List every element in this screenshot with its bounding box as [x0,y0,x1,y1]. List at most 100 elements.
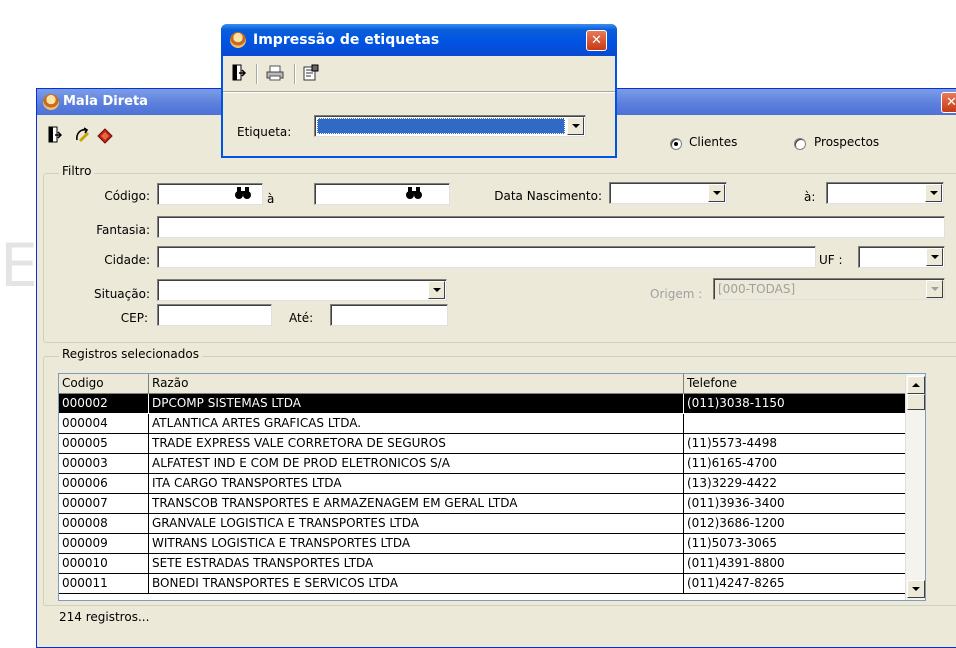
table-row[interactable]: 000005 TRADE EXPRESS VALE CORRETORA DE SE… [59,434,920,454]
cell-codigo: 000008 [59,514,149,534]
cell-codigo: 000005 [59,434,149,454]
table-row[interactable]: 000003 ALFATEST IND E COM DE PROD ELETRON… [59,454,920,474]
grid-header: Codigo Razão Telefone [59,374,920,394]
toolbar-separator [294,64,296,84]
radio-prospectos[interactable] [794,138,806,150]
data-nascimento-to-select[interactable] [826,182,944,204]
data-nascimento-from-select[interactable] [609,182,727,204]
cell-razao: DPCOMP SISTEMAS LTDA [149,394,684,414]
cell-codigo: 000007 [59,494,149,514]
situacao-label: Situação: [94,287,150,301]
cell-telefone: (11)5573-4498 [684,434,920,454]
table-row[interactable]: 000007 TRANSCOB TRANSPORTES E ARMAZENAGEM… [59,494,920,514]
table-row[interactable]: 000002 DPCOMP SISTEMAS LTDA (011)3038-1150 [59,394,920,414]
scroll-up-arrow-icon[interactable] [907,376,925,394]
table-row[interactable]: 000011 BONEDI TRANSPORTES E SERVICOS LTDA… [59,574,920,594]
cell-razao: ATLANTICA ARTES GRAFICAS LTDA. [149,414,684,434]
cep-to-input[interactable] [330,304,448,326]
radio-clientes[interactable] [670,138,682,150]
table-row[interactable]: 000006 ITA CARGO TRANSPORTES LTDA (13)3229… [59,474,920,494]
cell-telefone: (13)3229-4422 [684,474,920,494]
cell-codigo: 000006 [59,474,149,494]
radio-clientes-label: Clientes [689,135,738,149]
etiqueta-select[interactable] [314,115,586,137]
properties-icon[interactable] [302,64,320,82]
origem-value: [000-TODAS] [718,282,796,296]
scroll-down-arrow-icon[interactable] [907,580,925,598]
app-icon [43,94,59,110]
table-row[interactable]: 000008 GRANVALE LOGISTICA E TRANSPORTES L… [59,514,920,534]
impressao-etiquetas-dialog: Impressão de etiquetas ✕ Etiqueta: [221,24,617,158]
cep-label: CEP: [120,311,148,325]
exit-door-icon[interactable] [229,64,247,82]
chevron-down-icon[interactable] [926,248,943,266]
main-close-button[interactable]: ✕ [941,92,956,113]
binoculars-icon[interactable] [234,184,252,202]
exit-door-icon[interactable] [45,126,63,144]
etiqueta-selected-value [317,118,565,134]
chevron-down-icon [926,280,943,298]
popup-divider [223,91,615,93]
eraser-icon[interactable] [96,126,114,144]
printer-icon[interactable] [266,64,284,82]
fantasia-label: Fantasia: [96,223,150,237]
cell-codigo: 000011 [59,574,149,594]
fantasia-input[interactable] [157,216,945,238]
data-a-label: à: [804,190,816,204]
cell-codigo: 000002 [59,394,149,414]
cell-telefone: (11)5073-3065 [684,534,920,554]
cell-razao: GRANVALE LOGISTICA E TRANSPORTES LTDA [149,514,684,534]
data-nascimento-label: Data Nascimento: [494,189,602,203]
app-icon [230,32,246,48]
popup-close-button[interactable]: ✕ [586,30,607,51]
binoculars-icon[interactable] [405,184,423,202]
origem-select[interactable]: [000-TODAS] [713,278,945,300]
table-row[interactable]: 000009 WITRANS LOGISTICA E TRANSPORTES LT… [59,534,920,554]
toolbar-separator [256,64,258,84]
popup-title: Impressão de etiquetas [253,32,440,48]
chevron-down-icon[interactable] [708,184,725,202]
cidade-label: Cidade: [104,253,150,267]
cell-codigo: 000004 [59,414,149,434]
filtro-legend: Filtro [59,164,95,178]
edit-refresh-icon[interactable] [74,126,92,144]
cell-razao: TRANSCOB TRANSPORTES E ARMAZENAGEM EM GE… [149,494,684,514]
cell-razao: SETE ESTRADAS TRANSPORTES LTDA [149,554,684,574]
cell-razao: WITRANS LOGISTICA E TRANSPORTES LTDA [149,534,684,554]
popup-titlebar: Impressão de etiquetas ✕ [221,24,617,56]
cell-telefone: (11)6165-4700 [684,454,920,474]
records-count: 214 registros... [59,610,150,624]
registros-legend: Registros selecionados [59,347,202,361]
grid-vertical-scrollbar[interactable] [905,374,925,600]
cell-telefone [684,414,920,434]
cell-codigo: 000009 [59,534,149,554]
codigo-a-label: à [267,192,275,206]
cell-telefone: (011)3936-3400 [684,494,920,514]
cell-codigo: 000010 [59,554,149,574]
cell-razao: TRADE EXPRESS VALE CORRETORA DE SEGUROS [149,434,684,454]
chevron-down-icon[interactable] [567,117,584,135]
cell-telefone: (012)3686-1200 [684,514,920,534]
codigo-label: Código: [104,189,150,203]
records-grid[interactable]: Codigo Razão Telefone 000002 DPCOMP SISTE… [58,373,926,601]
chevron-down-icon[interactable] [925,184,942,202]
codigo-to-input[interactable] [314,183,450,205]
scroll-thumb[interactable] [907,394,925,410]
uf-select[interactable] [858,246,945,268]
origem-label: Origem : [650,287,703,301]
cidade-input[interactable] [157,246,816,268]
ate-label: Até: [289,311,314,325]
col-header-razao[interactable]: Razão [149,374,684,394]
table-row[interactable]: 000010 SETE ESTRADAS TRANSPORTES LTDA (011… [59,554,920,574]
cep-from-input[interactable] [157,304,272,326]
etiqueta-label: Etiqueta: [237,125,292,139]
table-row[interactable]: 000004 ATLANTICA ARTES GRAFICAS LTDA. [59,414,920,434]
cell-razao: ALFATEST IND E COM DE PROD ELETRONICOS S… [149,454,684,474]
cell-codigo: 000003 [59,454,149,474]
col-header-codigo[interactable]: Codigo [59,374,149,394]
radio-prospectos-label: Prospectos [814,135,880,149]
uf-label: UF : [819,253,843,267]
col-header-telefone[interactable]: Telefone [684,374,920,394]
situacao-select[interactable] [157,279,447,301]
chevron-down-icon[interactable] [428,281,445,299]
